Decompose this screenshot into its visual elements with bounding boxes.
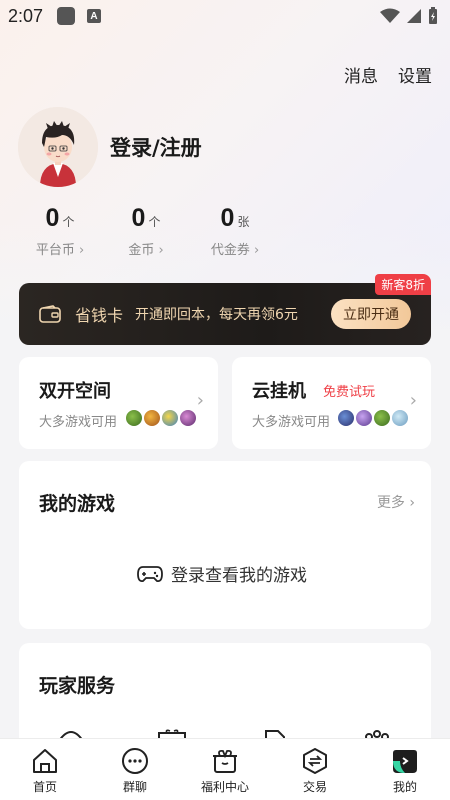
card-subtitle: 大多游戏可用 xyxy=(39,415,118,430)
chevron-right-icon: › xyxy=(196,390,204,411)
tab-trade[interactable]: 交易 xyxy=(270,739,360,800)
game-icon xyxy=(144,410,160,426)
chevron-right-icon: › xyxy=(154,243,164,258)
stat-unit: 个 xyxy=(62,215,75,229)
chevron-right-icon: › xyxy=(249,243,260,258)
more-label: 更多 xyxy=(376,495,405,511)
tab-home[interactable]: 首页 xyxy=(0,739,90,800)
game-icon xyxy=(374,410,390,426)
wallet-icon xyxy=(39,305,61,323)
game-icon xyxy=(356,410,372,426)
card-title: 双开空间 xyxy=(39,381,111,402)
card-subtitle: 大多游戏可用 xyxy=(252,415,331,430)
cloud-idle-card[interactable]: 云挂机 免费试玩 大多游戏可用 › xyxy=(232,357,431,449)
avatar-illustration xyxy=(18,107,98,187)
stat-vouchers[interactable]: 0张 代金券 › xyxy=(204,204,266,258)
app-badge-icon: A xyxy=(87,9,102,23)
status-bar: 2:07 A xyxy=(0,0,450,32)
exchange-icon xyxy=(303,748,327,774)
savings-card-banner[interactable]: 新客8折 省钱卡 开通即回本，每天再领6元 立即开通 xyxy=(19,274,431,345)
tab-mine[interactable]: 我的 xyxy=(360,739,450,800)
gamepad-icon xyxy=(137,565,163,582)
tab-label: 交易 xyxy=(302,780,327,794)
tab-welfare-center[interactable]: 福利中心 xyxy=(180,739,270,800)
signal-icon xyxy=(407,9,421,23)
tab-label: 福利中心 xyxy=(200,780,249,794)
profile-icon xyxy=(393,750,417,773)
chat-icon xyxy=(122,748,148,774)
card-title: 云挂机 xyxy=(252,381,306,402)
tab-label: 首页 xyxy=(32,780,57,794)
chevron-right-icon: › xyxy=(74,243,85,258)
wifi-icon xyxy=(380,8,400,23)
game-icon xyxy=(126,410,142,426)
settings-link[interactable]: 设置 xyxy=(398,62,432,87)
my-games-section: 我的游戏 更多 › 登录查看我的游戏 xyxy=(19,461,431,629)
stat-platform-coins[interactable]: 0个 平台币 › xyxy=(30,204,90,258)
tab-label: 群聊 xyxy=(122,780,147,794)
gift-icon xyxy=(213,749,237,773)
stat-unit: 个 xyxy=(148,215,161,229)
messages-link[interactable]: 消息 xyxy=(344,62,378,87)
savings-card-desc: 开通即回本，每天再领6元 xyxy=(135,307,298,323)
status-time: 2:07 xyxy=(8,5,44,26)
empty-state-text: 登录查看我的游戏 xyxy=(171,566,307,586)
game-icon xyxy=(180,410,196,426)
new-customer-badge: 新客8折 xyxy=(375,274,431,295)
stat-label: 平台币 xyxy=(35,243,75,258)
game-icon xyxy=(162,410,178,426)
login-register-link[interactable]: 登录/注册 xyxy=(110,132,202,162)
game-icon xyxy=(392,410,408,426)
free-trial-tag: 免费试玩 xyxy=(323,385,376,400)
tab-group-chat[interactable]: 群聊 xyxy=(90,739,180,800)
section-title: 玩家服务 xyxy=(39,675,116,697)
tab-label: 我的 xyxy=(392,780,417,794)
stat-value: 0 xyxy=(45,204,60,232)
top-links: 消息 设置 xyxy=(344,62,432,87)
savings-card-name: 省钱卡 xyxy=(75,306,124,325)
stat-label: 金币 xyxy=(128,243,155,258)
game-icons xyxy=(338,410,408,426)
login-to-view-games[interactable]: 登录查看我的游戏 xyxy=(137,561,307,586)
stat-value: 0 xyxy=(131,204,146,232)
dual-space-card[interactable]: 双开空间 大多游戏可用 › xyxy=(19,357,218,449)
game-icons xyxy=(126,410,196,426)
battery-icon xyxy=(429,7,437,24)
section-title: 我的游戏 xyxy=(39,493,116,515)
home-icon xyxy=(33,749,57,773)
bottom-tab-bar: 首页 群聊 福利中心 交易 我的 xyxy=(0,738,450,800)
game-icon xyxy=(338,410,354,426)
notification-icon xyxy=(57,7,76,25)
stat-value: 0 xyxy=(220,204,235,232)
stat-label: 代金券 xyxy=(210,243,250,258)
stat-gold-coins[interactable]: 0个 金币 › xyxy=(121,204,171,258)
stat-unit: 张 xyxy=(237,215,250,229)
activate-now-button[interactable]: 立即开通 xyxy=(331,299,411,329)
chevron-right-icon: › xyxy=(409,390,417,411)
avatar[interactable] xyxy=(18,107,98,187)
more-link[interactable]: 更多 › xyxy=(377,492,415,512)
